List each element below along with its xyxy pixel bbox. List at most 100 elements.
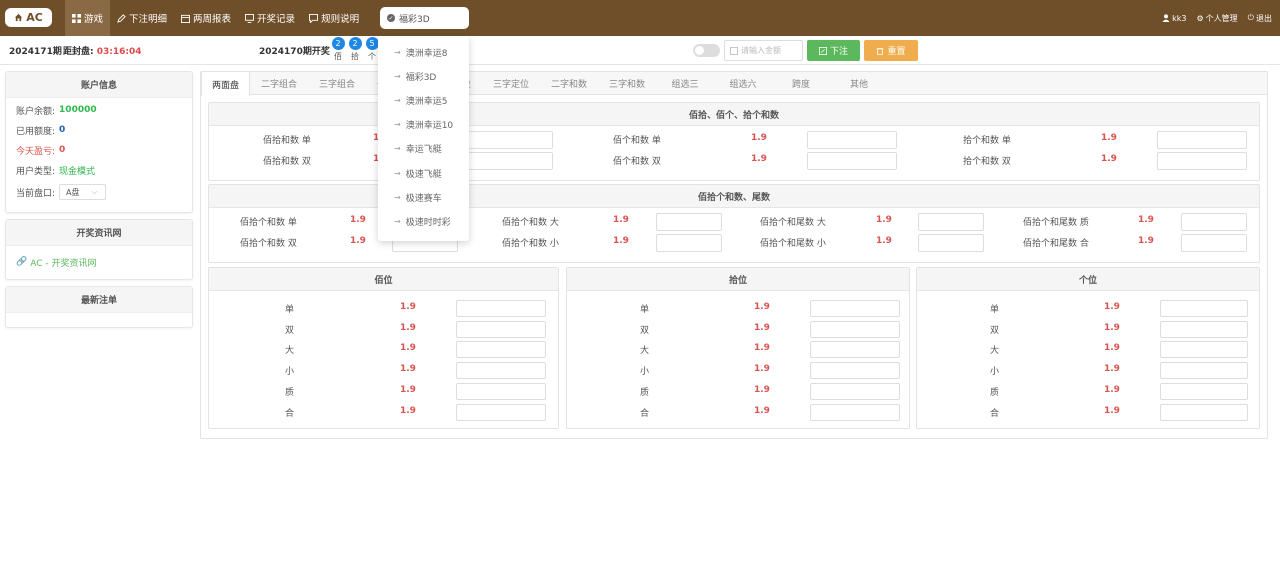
- bet-odds: 1.9: [1101, 133, 1117, 143]
- countdown-label: 距封盘:: [63, 46, 94, 57]
- bet-amount-input[interactable]: [810, 403, 900, 421]
- ball-label: 拾: [351, 52, 359, 61]
- bet-amount-input[interactable]: [1160, 300, 1248, 317]
- tab-8[interactable]: 组选三: [656, 72, 714, 95]
- arrow-right-icon: →: [394, 168, 401, 178]
- bet-amount-input[interactable]: [918, 213, 984, 231]
- ball-label: 佰: [334, 52, 342, 61]
- row-label: 当前盘口:: [16, 188, 56, 199]
- bet-amount-input[interactable]: [463, 131, 553, 149]
- check-circle-icon: ✓: [387, 14, 395, 22]
- tab-5[interactable]: 三字定位: [482, 72, 540, 95]
- bet-odds: 1.9: [400, 302, 416, 312]
- bet-amount-input[interactable]: [810, 300, 900, 317]
- account-management-link[interactable]: ⚙ 个人管理: [1197, 13, 1238, 24]
- bet-odds: 1.9: [1101, 154, 1117, 164]
- bet-amount-input[interactable]: [463, 152, 553, 170]
- reset-button[interactable]: 重置: [864, 40, 918, 61]
- tab-1[interactable]: 二字组合: [250, 72, 308, 95]
- bet-amount-input[interactable]: [810, 382, 900, 400]
- bet-amount-input[interactable]: [456, 362, 546, 380]
- bet-amount-input[interactable]: [1160, 403, 1248, 421]
- quick-bet-toggle[interactable]: [693, 44, 720, 57]
- tab-11[interactable]: 其他: [830, 72, 888, 95]
- bet-label: 佰拾和数 单: [263, 136, 311, 146]
- top-navbar: AC 游戏 下注明细 两周报表 开奖记录 规则说明 ✓ 福彩3D kk3 ⚙ 个人…: [0, 0, 1280, 36]
- panel-title: 佰位: [209, 268, 558, 291]
- tab-10[interactable]: 跨度: [772, 72, 830, 95]
- dropdown-item[interactable]: → 极速飞艇: [378, 161, 469, 185]
- dropdown-item[interactable]: → 澳洲幸运10: [378, 113, 469, 137]
- nav-item-rules[interactable]: 规则说明: [302, 0, 366, 36]
- news-title: 开奖资讯网: [6, 220, 192, 246]
- amount-input[interactable]: 请输入金额: [724, 40, 803, 61]
- arrow-right-icon: →: [394, 95, 401, 105]
- ball-number: 2: [331, 37, 345, 50]
- bet-amount-input[interactable]: [810, 320, 900, 338]
- bet-amount-input[interactable]: [918, 234, 984, 252]
- bet-amount-input[interactable]: [456, 320, 546, 338]
- dropdown-item[interactable]: → 极速赛车: [378, 185, 469, 209]
- bet-amount-input[interactable]: [656, 234, 722, 252]
- home-icon: [15, 13, 23, 22]
- tab-6[interactable]: 二字和数: [540, 72, 598, 95]
- countdown-block: 距封盘: 03:16:04: [63, 44, 142, 57]
- bet-amount-input[interactable]: [810, 362, 900, 380]
- nav-item-draw-history[interactable]: 开奖记录: [238, 0, 302, 36]
- nav-item-two-week-report[interactable]: 两周报表: [174, 0, 238, 36]
- bet-label: 单: [285, 305, 295, 315]
- place-bet-button[interactable]: 下注: [807, 40, 860, 61]
- tab-0[interactable]: 两面盘: [201, 72, 250, 96]
- edit-square-icon: [818, 46, 827, 55]
- home-logo-button[interactable]: AC: [5, 8, 52, 27]
- tab-9[interactable]: 组选六: [714, 72, 772, 95]
- bet-amount-input[interactable]: [810, 341, 900, 359]
- news-link[interactable]: 🔗 AC - 开奖资讯网: [6, 246, 192, 278]
- dropdown-item-label: 澳洲幸运10: [405, 121, 454, 132]
- bet-amount-input[interactable]: [656, 213, 722, 231]
- tab-2[interactable]: 三字组合: [308, 72, 366, 95]
- bet-amount-input[interactable]: [807, 152, 897, 170]
- bet-amount-input[interactable]: [456, 382, 546, 400]
- panel-title: 佰拾个和数、尾数: [209, 185, 1259, 208]
- bet-amount-input[interactable]: [1160, 382, 1248, 400]
- bet-amount-input[interactable]: [1160, 341, 1248, 359]
- bet-amount-input[interactable]: [1160, 362, 1248, 380]
- arrow-right-icon: →: [394, 120, 401, 130]
- dropdown-item[interactable]: → 幸运飞艇: [378, 137, 469, 161]
- row-label: 账户余额:: [16, 106, 56, 117]
- market-select[interactable]: A盘 ⌵: [59, 184, 107, 200]
- tab-7[interactable]: 三字和数: [598, 72, 656, 95]
- bet-amount-input[interactable]: [807, 131, 897, 149]
- bet-odds: 1.9: [876, 236, 892, 246]
- bet-amount-input[interactable]: [1157, 131, 1247, 149]
- nav-item-bet-details[interactable]: 下注明细: [110, 0, 174, 36]
- row-label: 已用额度:: [16, 126, 56, 137]
- logout-link[interactable]: ⏻ 退出: [1248, 13, 1272, 24]
- bet-amount-input[interactable]: [1160, 320, 1248, 338]
- user-icon: [1162, 14, 1170, 22]
- nav-label: 两周报表: [193, 14, 232, 25]
- arrow-right-icon: →: [394, 71, 401, 81]
- dropdown-item[interactable]: → 极速时时彩: [378, 209, 469, 233]
- draw-ball: 2拾: [348, 37, 362, 62]
- lottery-select[interactable]: ✓ 福彩3D: [380, 7, 469, 29]
- dropdown-item[interactable]: → 福彩3D: [378, 64, 469, 88]
- calendar-icon: [181, 14, 191, 23]
- user-name[interactable]: kk3: [1162, 14, 1187, 23]
- bet-amount-input[interactable]: [1157, 152, 1247, 170]
- bet-amount-input[interactable]: [1181, 234, 1247, 252]
- bet-amount-input[interactable]: [456, 341, 546, 359]
- nav-item-games[interactable]: 游戏: [65, 0, 111, 36]
- panel-pair-sums: 佰拾、佰个、拾个和数 佰拾和数 单 1.9 佰个和数 单 1.9 拾个和数 单 1.9 佰拾…: [208, 102, 1260, 181]
- bet-odds: 1.9: [751, 154, 767, 164]
- dropdown-item[interactable]: → 澳洲幸运5: [378, 88, 469, 112]
- bet-amount-input[interactable]: [456, 300, 546, 317]
- dropdown-item[interactable]: → 澳洲幸运8: [378, 40, 469, 64]
- bet-amount-input[interactable]: [456, 403, 546, 421]
- bet-odds: 1.9: [400, 364, 416, 375]
- row-value: 0: [59, 125, 66, 135]
- bet-label: 合: [990, 408, 1000, 419]
- bet-amount-input[interactable]: [1181, 213, 1247, 231]
- bet-odds: 1.9: [400, 322, 416, 333]
